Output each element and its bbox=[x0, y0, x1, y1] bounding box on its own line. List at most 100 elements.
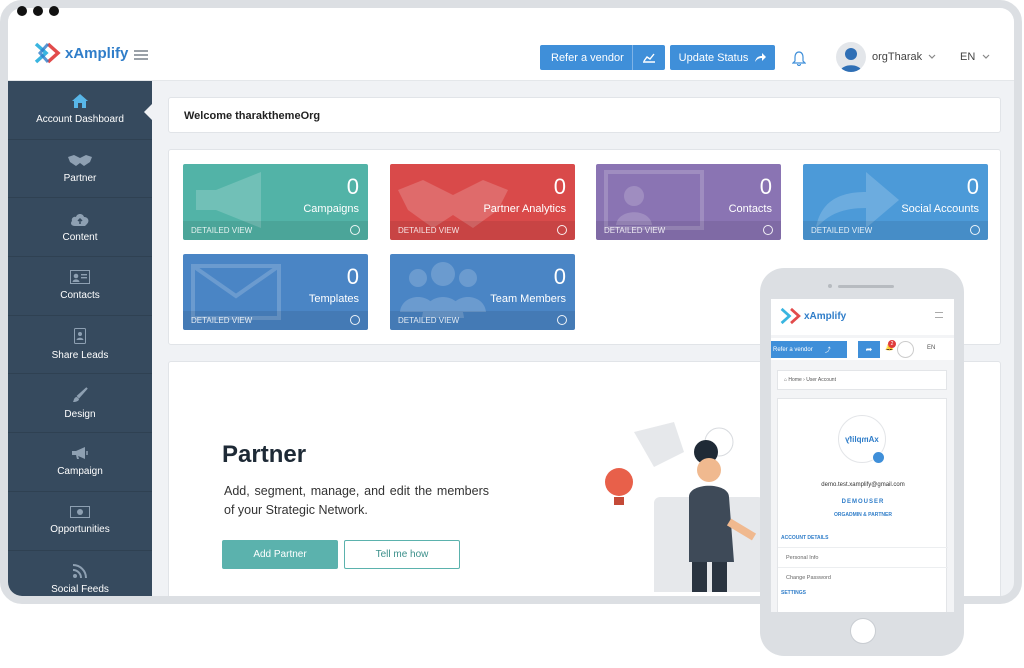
mobile-screen: xAmplify Refer a vendor⤴ ➦ 🔔 2 EN ⌂ Home… bbox=[771, 299, 954, 612]
mobile-share-button[interactable]: ➦ bbox=[858, 341, 880, 358]
sidebar-item-label: Partner bbox=[63, 173, 97, 185]
detailed-view-link[interactable]: DETAILED VIEW bbox=[803, 221, 988, 240]
mobile-logo[interactable]: xAmplify bbox=[780, 305, 846, 327]
handshake-icon bbox=[68, 155, 92, 167]
arrow-circle-icon bbox=[350, 225, 360, 235]
sidebar-item-share-leads[interactable]: Share Leads bbox=[8, 316, 152, 375]
detailed-view-label: DETAILED VIEW bbox=[604, 226, 666, 235]
partner-illustration bbox=[605, 422, 764, 592]
sidebar-item-content[interactable]: Content bbox=[8, 198, 152, 258]
arrow-circle-icon bbox=[557, 315, 567, 325]
sidebar-item-label: Design bbox=[64, 408, 96, 420]
cloud-upload-icon bbox=[71, 213, 89, 226]
stat-card-team-members[interactable]: 0 Team Members DETAILED VIEW bbox=[390, 254, 575, 330]
stat-card-social-accounts[interactable]: 0 Social Accounts DETAILED VIEW bbox=[803, 164, 988, 240]
rss-icon bbox=[73, 563, 87, 578]
menu-toggle-icon[interactable] bbox=[134, 50, 148, 60]
sidebar-item-label: Opportunities bbox=[50, 524, 110, 536]
tell-me-how-button[interactable]: Tell me how bbox=[344, 540, 460, 569]
menu-item-change-password[interactable]: Change Password bbox=[778, 567, 948, 587]
stat-title: Partner Analytics bbox=[483, 203, 566, 215]
detailed-view-label: DETAILED VIEW bbox=[191, 316, 253, 325]
menu-toggle-icon[interactable] bbox=[935, 312, 943, 318]
megaphone-icon bbox=[72, 447, 88, 460]
mobile-refer-label: Refer a vendor bbox=[773, 346, 813, 353]
chart-icon: ⤴ bbox=[824, 348, 831, 354]
sidebar-item-campaign[interactable]: Campaign bbox=[8, 433, 152, 492]
stat-value: 0 bbox=[346, 174, 359, 199]
sidebar-item-social-feeds[interactable]: Social Feeds bbox=[8, 551, 152, 597]
stat-card-templates[interactable]: 0 Templates DETAILED VIEW bbox=[183, 254, 368, 330]
user-email: demo.test.xamplify@gmail.com bbox=[821, 482, 905, 488]
phone-home-button[interactable] bbox=[850, 618, 876, 644]
stat-card-campaigns[interactable]: 0 Campaigns DETAILED VIEW bbox=[183, 164, 368, 240]
window-controls bbox=[17, 6, 59, 16]
avatar bbox=[836, 42, 866, 72]
app-logo[interactable]: xAmplify bbox=[34, 39, 128, 67]
share-arrow-icon bbox=[755, 52, 767, 62]
promo-title: Partner bbox=[222, 441, 307, 468]
stat-title: Templates bbox=[308, 293, 359, 305]
mobile-avatar[interactable] bbox=[897, 341, 914, 358]
sidebar-item-account-dashboard[interactable]: Account Dashboard bbox=[8, 81, 153, 140]
sidebar-item-label: Social Feeds bbox=[51, 583, 109, 595]
stat-title: Contacts bbox=[728, 203, 772, 215]
share-arrow-icon: ➦ bbox=[865, 345, 873, 354]
window-dot-icon[interactable] bbox=[17, 6, 27, 16]
brush-icon bbox=[73, 387, 88, 402]
user-name: DEMOUSER bbox=[841, 499, 885, 505]
mobile-refer-vendor-button[interactable]: Refer a vendor ⤴ bbox=[771, 341, 847, 358]
xamplify-logo-icon bbox=[780, 307, 801, 325]
user-account-card: xAmplify demo.test.xamplify@gmail.com DE… bbox=[777, 398, 948, 612]
breadcrumb: ⌂ Home › User Account bbox=[777, 370, 947, 390]
mobile-top-bar: xAmplify bbox=[771, 299, 954, 335]
detailed-view-link[interactable]: DETAILED VIEW bbox=[596, 221, 781, 240]
detailed-view-link[interactable]: DETAILED VIEW bbox=[183, 311, 368, 330]
stat-title: Social Accounts bbox=[901, 203, 979, 215]
username: orgTharak bbox=[872, 51, 923, 63]
mobile-action-bar: Refer a vendor⤴ ➦ 🔔 2 EN bbox=[771, 338, 954, 360]
logo-text: xAmplify bbox=[65, 44, 129, 62]
window-dot-icon[interactable] bbox=[33, 6, 43, 16]
top-bar: xAmplify Refer a vendor Update Status or… bbox=[8, 8, 1014, 81]
profile-logo-text: xAmplify bbox=[845, 434, 879, 444]
user-menu[interactable]: orgTharak bbox=[836, 42, 936, 72]
menu-item-personal-info[interactable]: Personal Info bbox=[778, 547, 948, 567]
sidebar-item-label: Share Leads bbox=[51, 350, 109, 362]
update-status-button[interactable]: Update Status bbox=[670, 45, 775, 70]
refer-vendor-button[interactable]: Refer a vendor bbox=[540, 45, 665, 70]
sidebar-item-contacts[interactable]: Contacts bbox=[8, 257, 152, 316]
detailed-view-label: DETAILED VIEW bbox=[398, 226, 460, 235]
sidebar-item-partner[interactable]: Partner bbox=[8, 140, 152, 199]
notification-bell-icon[interactable] bbox=[792, 51, 806, 66]
home-icon bbox=[72, 94, 88, 109]
detailed-view-link[interactable]: DETAILED VIEW bbox=[183, 221, 368, 240]
section-settings: SETTINGS bbox=[781, 590, 807, 596]
add-partner-button[interactable]: Add Partner bbox=[222, 540, 338, 569]
camera-icon[interactable] bbox=[872, 451, 885, 464]
sidebar-item-label: Contacts bbox=[60, 290, 100, 302]
mobile-logo-text: xAmplify bbox=[804, 310, 847, 322]
stat-card-contacts[interactable]: 0 Contacts DETAILED VIEW bbox=[596, 164, 781, 240]
mobile-language-selector[interactable]: EN bbox=[927, 345, 935, 351]
promo-description: Add, segment, manage, and edit the membe… bbox=[224, 484, 489, 517]
stat-card-partner-analytics[interactable]: 0 Partner Analytics DETAILED VIEW bbox=[390, 164, 575, 240]
sidebar-item-label: Campaign bbox=[57, 466, 103, 478]
detailed-view-label: DETAILED VIEW bbox=[191, 226, 253, 235]
window-dot-icon[interactable] bbox=[49, 6, 59, 16]
chart-icon bbox=[632, 45, 665, 70]
sidebar-item-label: Content bbox=[62, 231, 98, 243]
language-label: EN bbox=[960, 51, 976, 63]
sidebar-item-design[interactable]: Design bbox=[8, 374, 152, 434]
detailed-view-link[interactable]: DETAILED VIEW bbox=[390, 221, 575, 240]
xamplify-logo-icon bbox=[34, 42, 61, 64]
chevron-down-icon bbox=[982, 54, 990, 59]
breadcrumb-home[interactable]: Home bbox=[788, 377, 801, 383]
sidebar-item-label: Account Dashboard bbox=[36, 114, 124, 126]
detailed-view-link[interactable]: DETAILED VIEW bbox=[390, 311, 575, 330]
language-selector[interactable]: EN bbox=[960, 51, 990, 63]
contact-card-icon bbox=[70, 270, 90, 285]
sidebar-item-opportunities[interactable]: Opportunities bbox=[8, 492, 152, 551]
section-account-details: ACCOUNT DETAILS bbox=[781, 535, 829, 541]
sidebar: Account Dashboard Partner Content Contac… bbox=[8, 81, 153, 597]
